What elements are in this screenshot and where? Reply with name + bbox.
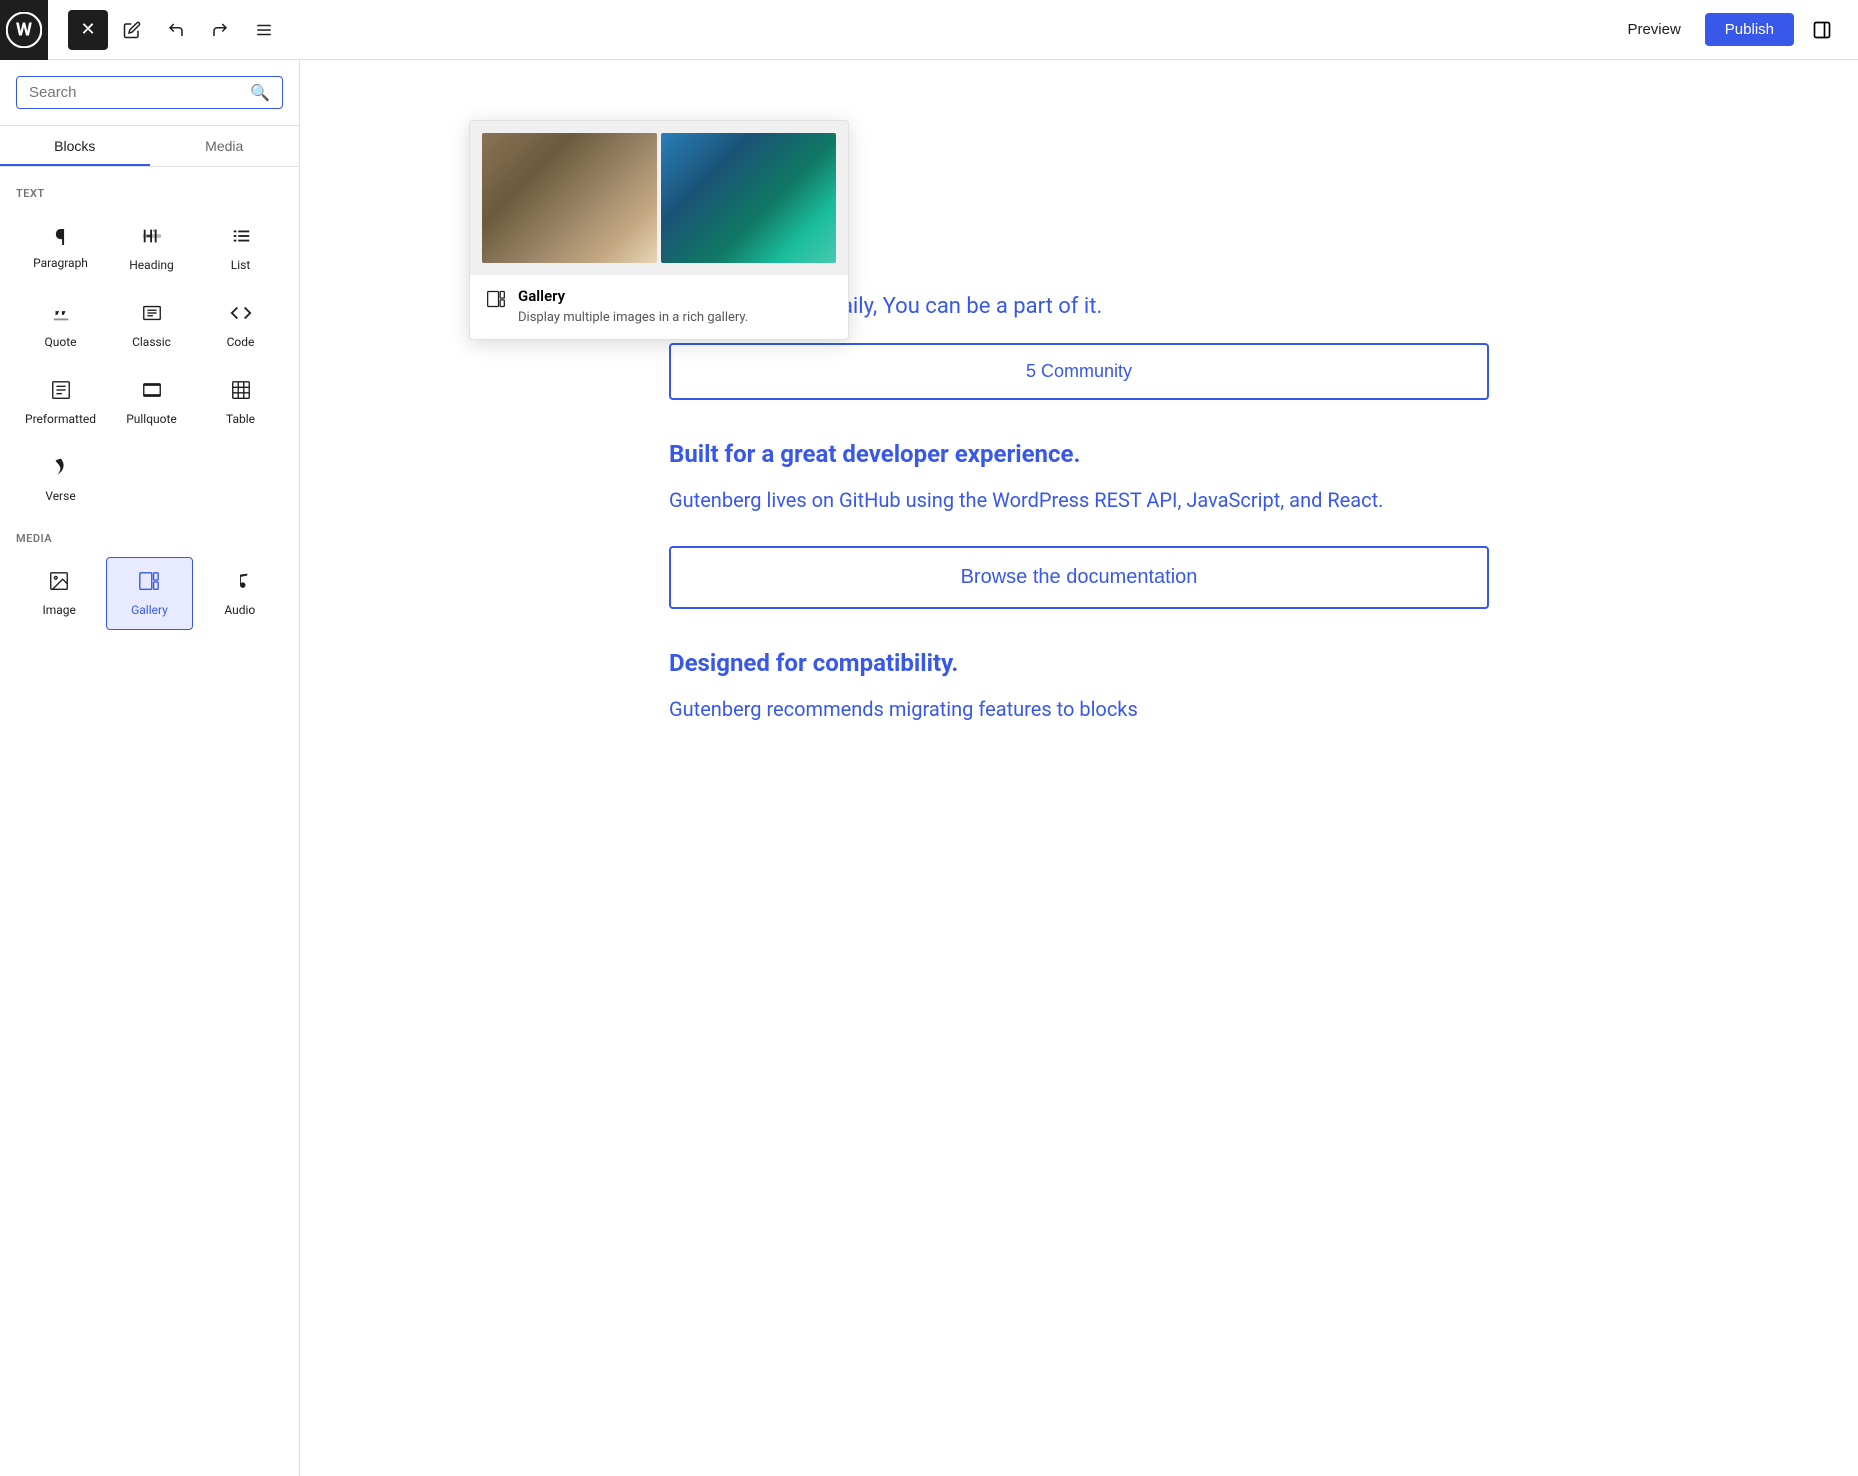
audio-icon <box>229 570 251 597</box>
tooltip-image-2 <box>661 133 836 263</box>
wordpress-logo: W <box>0 0 48 60</box>
block-heading-label: Heading <box>129 258 174 272</box>
verse-icon <box>50 456 72 483</box>
sidebar-toggle-button[interactable] <box>1802 10 1842 50</box>
block-image[interactable]: Image <box>16 557 102 630</box>
search-box: 🔍 <box>0 60 299 126</box>
tab-media[interactable]: Media <box>150 126 300 166</box>
tooltip-gallery-icon <box>486 289 506 314</box>
block-quote[interactable]: Quote <box>16 289 105 362</box>
edit-button[interactable] <box>112 10 152 50</box>
heading-icon <box>141 225 163 252</box>
blocks-list: TEXT ¶ Paragraph Heading <box>0 167 299 1476</box>
block-table[interactable]: Table <box>198 366 283 439</box>
text-section-label: TEXT <box>16 187 283 200</box>
content-wrapper: Gallery Display multiple images in a ric… <box>669 100 1489 725</box>
block-heading[interactable]: Heading <box>109 212 194 285</box>
community-button[interactable]: 5 Community <box>669 343 1489 400</box>
gallery-placeholder: Gallery Display multiple images in a ric… <box>669 100 1489 260</box>
list-view-button[interactable] <box>244 10 284 50</box>
gallery-icon <box>138 570 160 597</box>
block-code-label: Code <box>227 335 255 349</box>
search-input-wrapper: 🔍 <box>16 76 283 109</box>
table-icon <box>230 379 252 406</box>
tooltip-title: Gallery <box>518 287 748 305</box>
search-input[interactable] <box>29 84 250 101</box>
quote-icon <box>50 302 72 329</box>
block-pullquote-label: Pullquote <box>126 412 177 426</box>
topbar-actions: ✕ <box>56 10 296 50</box>
block-verse[interactable]: Verse <box>16 443 105 516</box>
block-classic-label: Classic <box>132 335 171 349</box>
media-blocks-grid: Image Gallery Audio <box>16 557 283 630</box>
block-classic[interactable]: Classic <box>109 289 194 362</box>
tooltip-info: Gallery Display multiple images in a ric… <box>470 275 848 339</box>
tab-blocks[interactable]: Blocks <box>0 126 150 166</box>
block-audio[interactable]: Audio <box>197 557 283 630</box>
preformatted-icon <box>50 379 72 406</box>
block-audio-label: Audio <box>224 603 255 617</box>
block-quote-label: Quote <box>45 335 77 349</box>
block-table-label: Table <box>226 412 255 426</box>
tooltip-description: Display multiple images in a rich galler… <box>518 309 748 327</box>
block-paragraph-label: Paragraph <box>33 256 88 270</box>
preview-button[interactable]: Preview <box>1611 13 1696 46</box>
search-icon: 🔍 <box>250 83 270 102</box>
list-icon <box>230 225 252 252</box>
gallery-tooltip: Gallery Display multiple images in a ric… <box>469 120 849 340</box>
text-blocks-grid: ¶ Paragraph Heading List <box>16 212 283 516</box>
block-list[interactable]: List <box>198 212 283 285</box>
undo-button[interactable] <box>156 10 196 50</box>
media-section-label: MEDIA <box>16 532 283 545</box>
paragraph-icon: ¶ <box>55 228 66 250</box>
main-content: Gallery Display multiple images in a ric… <box>300 60 1858 1476</box>
block-gallery[interactable]: Gallery <box>106 557 192 630</box>
developer-para: Gutenberg lives on GitHub using the Word… <box>669 484 1489 516</box>
tabs-row: Blocks Media <box>0 126 299 167</box>
browse-docs-button[interactable]: Browse the documentation <box>669 546 1489 609</box>
svg-text:W: W <box>16 18 33 40</box>
publish-button[interactable]: Publish <box>1705 13 1794 46</box>
tooltip-text: Gallery Display multiple images in a ric… <box>518 287 748 327</box>
block-verse-label: Verse <box>45 489 75 503</box>
redo-button[interactable] <box>200 10 240 50</box>
block-pullquote[interactable]: Pullquote <box>109 366 194 439</box>
code-icon <box>230 302 252 329</box>
compat-heading: Designed for compatibility. <box>669 649 1489 677</box>
block-image-label: Image <box>42 603 75 617</box>
tooltip-image-1 <box>482 133 657 263</box>
pullquote-icon <box>141 379 163 406</box>
topbar-right: Preview Publish <box>1611 10 1858 50</box>
block-preformatted-label: Preformatted <box>25 412 96 426</box>
compat-para: Gutenberg recommends migrating features … <box>669 693 1489 725</box>
topbar: W ✕ Preview Publish <box>0 0 1858 60</box>
block-preformatted[interactable]: Preformatted <box>16 366 105 439</box>
developer-heading: Built for a great developer experience. <box>669 440 1489 468</box>
block-paragraph[interactable]: ¶ Paragraph <box>16 212 105 285</box>
block-code[interactable]: Code <box>198 289 283 362</box>
block-list-label: List <box>231 258 251 272</box>
left-panel: 🔍 Blocks Media TEXT ¶ Paragraph He <box>0 60 300 1476</box>
main-layout: 🔍 Blocks Media TEXT ¶ Paragraph He <box>0 60 1858 1476</box>
tooltip-images <box>470 121 848 275</box>
image-icon <box>48 570 70 597</box>
classic-icon <box>141 302 163 329</box>
block-gallery-label: Gallery <box>131 603 168 617</box>
close-button[interactable]: ✕ <box>68 10 108 50</box>
